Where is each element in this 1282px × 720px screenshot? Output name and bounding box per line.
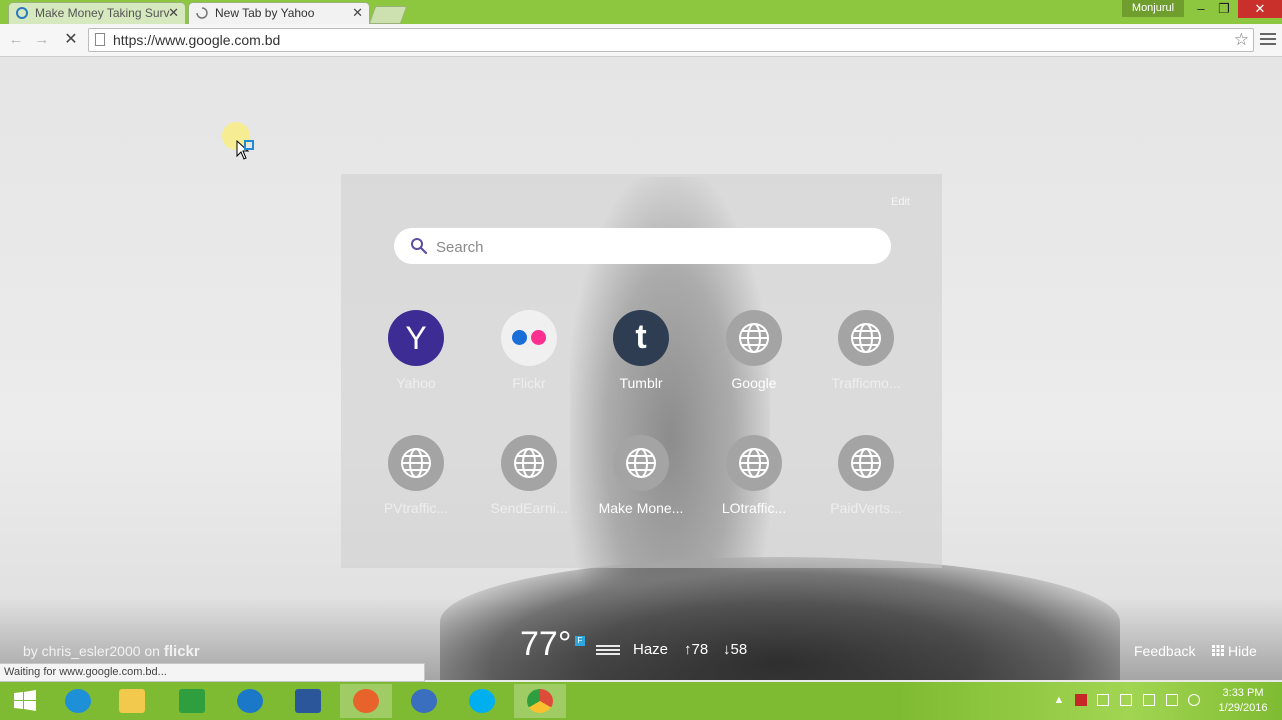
tab-make-money[interactable]: Make Money Taking Surve ✕ bbox=[8, 2, 186, 24]
weather-condition: Haze bbox=[633, 641, 669, 658]
firefox-icon bbox=[353, 689, 379, 713]
url-text[interactable]: https://www.google.com.bd bbox=[113, 29, 280, 51]
search-input[interactable] bbox=[434, 228, 878, 266]
tray-grid-icon[interactable] bbox=[1097, 694, 1109, 706]
profile-name[interactable]: Monjurul bbox=[1122, 0, 1184, 17]
search-icon bbox=[411, 238, 428, 255]
tile-google[interactable]: Google bbox=[699, 310, 809, 391]
close-window-button[interactable]: ✕ bbox=[1238, 0, 1282, 18]
acrobat-tray-icon[interactable] bbox=[1075, 694, 1087, 706]
taskbar-file-explorer[interactable] bbox=[106, 684, 158, 718]
edit-tiles-link[interactable]: Edit bbox=[891, 196, 910, 208]
forward-button[interactable]: → bbox=[31, 30, 53, 50]
low-temp: ↓58 bbox=[723, 641, 748, 658]
word-icon bbox=[295, 689, 321, 713]
address-bar[interactable]: https://www.google.com.bd ☆ bbox=[88, 28, 1254, 52]
tab-close-icon[interactable]: ✕ bbox=[168, 3, 179, 23]
tile-label: SendEarni... bbox=[490, 500, 568, 516]
credit-text: by chris_esler2000 on bbox=[23, 643, 160, 659]
unit-toggle[interactable]: F bbox=[575, 636, 585, 646]
feedback-link[interactable]: Feedback bbox=[1134, 643, 1195, 659]
tile-paidverts[interactable]: PaidVerts... bbox=[811, 435, 921, 516]
globe-icon bbox=[726, 435, 782, 491]
windows-logo-icon bbox=[14, 690, 36, 711]
tile-make-money[interactable]: Make Mone... bbox=[586, 435, 696, 516]
skype-icon bbox=[469, 689, 495, 713]
globe-icon bbox=[501, 435, 557, 491]
tile-label: LOtraffic... bbox=[721, 500, 787, 516]
page-icon bbox=[95, 33, 105, 46]
action-center-icon[interactable] bbox=[1120, 694, 1132, 706]
back-button[interactable]: ← bbox=[5, 30, 27, 50]
restore-button[interactable]: ❐ bbox=[1211, 0, 1237, 18]
clock-time: 3:33 PM bbox=[1222, 687, 1264, 699]
photo-credit[interactable]: by chris_esler2000 on flickr bbox=[23, 643, 200, 660]
globe-icon bbox=[838, 310, 894, 366]
chrome-menu-button[interactable] bbox=[1260, 30, 1276, 50]
system-clock[interactable]: 3:33 PM 1/29/2016 bbox=[1208, 686, 1278, 716]
search-box[interactable] bbox=[394, 228, 891, 266]
taskbar-store[interactable] bbox=[166, 684, 218, 718]
taskbar-hp[interactable] bbox=[224, 684, 276, 718]
high-temp: ↑78 bbox=[684, 641, 709, 658]
flickr-logo-icon bbox=[501, 310, 557, 366]
taskbar-app[interactable] bbox=[398, 684, 450, 718]
tile-label: Trafficmo... bbox=[831, 375, 901, 391]
internet-explorer-icon bbox=[65, 689, 91, 713]
tab-close-icon[interactable]: ✕ bbox=[352, 3, 363, 23]
tab-title: New Tab by Yahoo bbox=[215, 6, 315, 20]
bookmark-star-icon[interactable]: ☆ bbox=[1234, 29, 1249, 51]
tile-label: PVtraffic... bbox=[383, 500, 449, 516]
globe-icon bbox=[388, 435, 444, 491]
taskbar-chrome[interactable] bbox=[514, 684, 566, 718]
network-icon[interactable] bbox=[1166, 694, 1178, 706]
haze-icon bbox=[596, 643, 620, 657]
volume-icon[interactable] bbox=[1188, 694, 1200, 706]
taskbar-skype[interactable] bbox=[456, 684, 508, 718]
taskbar-internet-explorer[interactable] bbox=[52, 684, 104, 718]
tab-new-tab-yahoo[interactable]: New Tab by Yahoo ✕ bbox=[188, 2, 370, 24]
yahoo-logo-icon: Y bbox=[388, 310, 444, 366]
tab-title: Make Money Taking Surve bbox=[35, 6, 170, 20]
tumblr-logo-icon: t bbox=[613, 310, 669, 366]
site-favicon-icon bbox=[16, 7, 28, 19]
battery-icon[interactable] bbox=[1143, 694, 1155, 706]
tile-trafficmonsoon[interactable]: Trafficmo... bbox=[811, 310, 921, 391]
tile-label: Yahoo bbox=[396, 375, 436, 391]
grid-icon bbox=[1212, 645, 1224, 656]
globe-icon bbox=[726, 310, 782, 366]
new-tab-button[interactable] bbox=[368, 6, 408, 24]
tile-pvtraffic[interactable]: PVtraffic... bbox=[361, 435, 471, 516]
mouse-cursor-icon bbox=[236, 140, 254, 160]
hide-label: Hide bbox=[1228, 643, 1257, 659]
app-icon bbox=[411, 689, 437, 713]
folder-icon bbox=[119, 689, 145, 713]
temperature: 77° bbox=[520, 625, 572, 663]
globe-icon bbox=[613, 435, 669, 491]
status-bubble: Waiting for www.google.com.bd... bbox=[0, 663, 425, 682]
flickr-brand: flickr bbox=[163, 643, 200, 660]
tile-flickr[interactable]: Flickr bbox=[474, 310, 584, 391]
tile-label: Flickr bbox=[512, 375, 546, 391]
tile-tumblr[interactable]: t Tumblr bbox=[586, 310, 696, 391]
tile-yahoo[interactable]: Y Yahoo bbox=[361, 310, 471, 391]
tile-label: Make Mone... bbox=[598, 500, 684, 516]
tile-label: PaidVerts... bbox=[830, 500, 902, 516]
hp-icon bbox=[237, 689, 263, 713]
tray-expand-icon[interactable]: ▲ bbox=[1053, 694, 1065, 706]
tile-label: Google bbox=[731, 375, 777, 391]
store-icon bbox=[179, 689, 205, 713]
clock-date: 1/29/2016 bbox=[1218, 702, 1268, 714]
tile-label: Tumblr bbox=[619, 375, 663, 391]
hide-button[interactable]: Hide bbox=[1212, 643, 1257, 659]
taskbar-firefox[interactable] bbox=[340, 684, 392, 718]
stop-loading-button[interactable]: ✕ bbox=[60, 30, 82, 50]
tile-sendearnings[interactable]: SendEarni... bbox=[474, 435, 584, 516]
taskbar-word[interactable] bbox=[282, 684, 334, 718]
tile-lotraffic[interactable]: LOtraffic... bbox=[699, 435, 809, 516]
chrome-icon bbox=[527, 689, 553, 713]
globe-icon bbox=[838, 435, 894, 491]
start-button[interactable] bbox=[0, 684, 52, 718]
loading-spinner-icon bbox=[196, 7, 208, 19]
